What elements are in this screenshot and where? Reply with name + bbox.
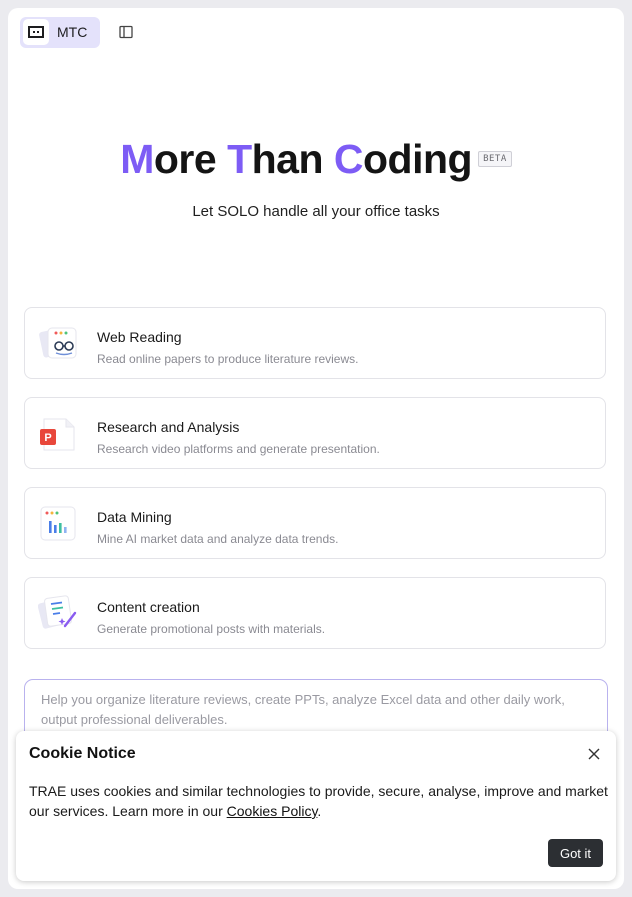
cookie-notice-dialog: Cookie Notice TRAE uses cookies and simi… — [16, 731, 616, 881]
title-letter-t: T — [227, 136, 252, 182]
card-content-creation[interactable]: Content creation Generate promotional po… — [24, 577, 606, 649]
card-title: Web Reading — [97, 329, 182, 345]
card-web-reading[interactable]: Web Reading Read online papers to produc… — [24, 307, 606, 379]
title-part-oding: oding — [363, 136, 473, 182]
chart-icon — [38, 502, 80, 544]
card-description: Research video platforms and generate pr… — [97, 442, 380, 456]
card-description: Mine AI market data and analyze data tre… — [97, 532, 339, 546]
trae-logo-icon — [23, 19, 49, 45]
svg-text:P: P — [44, 432, 51, 444]
hero-title: More Than Coding BETA — [8, 136, 624, 183]
cookies-policy-link[interactable]: Cookies Policy — [227, 803, 318, 819]
title-part-ore: ore — [153, 136, 228, 182]
beta-badge: BETA — [478, 151, 512, 167]
close-icon[interactable] — [586, 746, 602, 762]
card-description: Generate promotional posts with material… — [97, 622, 326, 636]
presentation-icon: P — [38, 412, 80, 454]
cookie-notice-text: TRAE uses cookies and similar technologi… — [29, 781, 609, 821]
prompt-placeholder: Help you organize literature reviews, cr… — [41, 692, 565, 727]
card-title: Content creation — [97, 599, 200, 615]
cookie-body-end: . — [317, 803, 322, 819]
got-it-button[interactable]: Got it — [548, 839, 603, 867]
title-part-han: han — [251, 136, 334, 182]
content-creation-icon — [37, 592, 80, 634]
card-data-mining[interactable]: Data Mining Mine AI market data and anal… — [24, 487, 606, 559]
web-reading-icon — [38, 322, 80, 364]
title-letter-c: C — [333, 136, 364, 182]
mtc-label: MTC — [57, 24, 88, 40]
mtc-tab[interactable]: MTC — [20, 16, 100, 48]
sidebar-panel-icon[interactable] — [117, 23, 135, 41]
card-title: Data Mining — [97, 509, 172, 525]
title-letter-m: M — [120, 136, 154, 182]
hero-subtitle: Let SOLO handle all your office tasks — [192, 203, 440, 220]
card-title: Research and Analysis — [97, 419, 240, 435]
card-description: Read online papers to produce literature… — [97, 352, 359, 366]
top-bar: MTC — [20, 16, 135, 48]
card-research-analysis[interactable]: P Research and Analysis Research video p… — [24, 397, 606, 469]
cookie-notice-title: Cookie Notice — [29, 745, 136, 762]
